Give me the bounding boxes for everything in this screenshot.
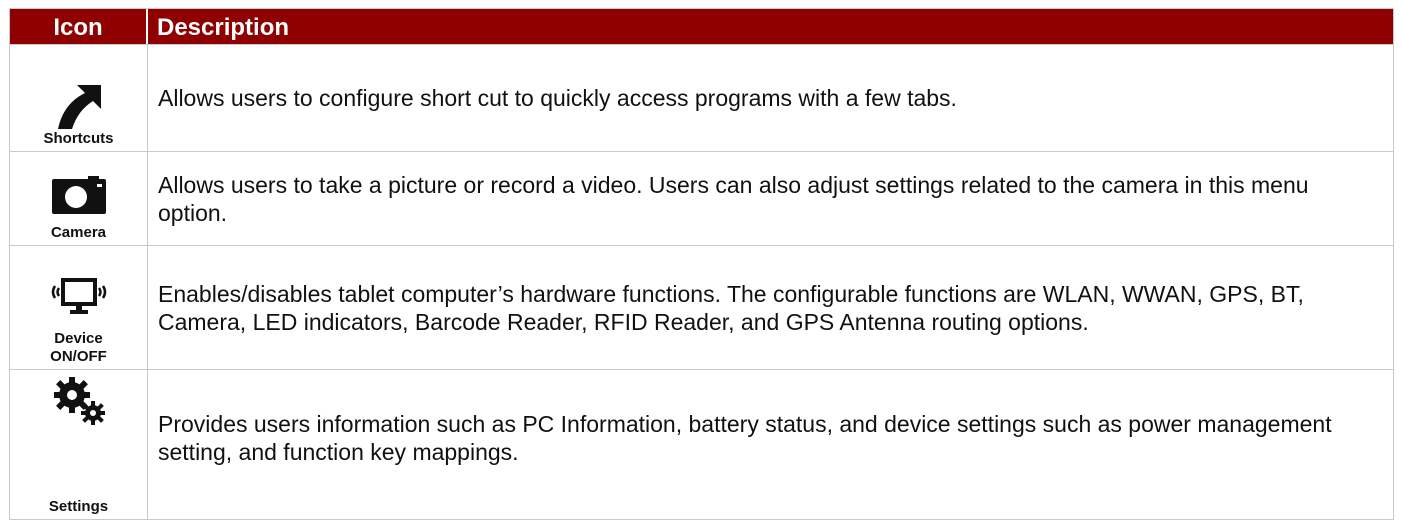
icon-label-device-line1: Device	[54, 330, 103, 347]
description-cell: Enables/disables tablet computer’s hardw…	[158, 280, 1304, 335]
table-row-device-on-off: Device ON/OFF Enables/disables tablet co…	[9, 246, 1394, 370]
icon-label-device-line2: ON/OFF	[50, 348, 107, 365]
table-header-row: Icon Description	[9, 8, 1394, 45]
camera-icon	[51, 176, 106, 214]
icon-description-table: Icon Description Shortcuts Allows users …	[9, 8, 1394, 520]
monitor-signal-icon	[49, 276, 109, 316]
icon-label-settings: Settings	[48, 498, 109, 515]
description-cell: Provides users information such as PC In…	[158, 411, 1332, 465]
icon-label-shortcuts: Shortcuts	[43, 130, 114, 147]
icon-cell: Shortcuts	[10, 45, 148, 151]
icon-label-camera: Camera	[50, 224, 107, 241]
table-row-shortcuts: Shortcuts Allows users to configure shor…	[9, 45, 1394, 152]
header-icon-column: Icon	[10, 9, 148, 44]
icon-cell: Device ON/OFF	[10, 246, 148, 369]
shortcut-arrow-icon	[56, 84, 102, 130]
gears-icon	[51, 376, 107, 426]
description-cell: Allows users to take a picture or record…	[158, 171, 1309, 226]
icon-cell: Camera	[10, 152, 148, 245]
table-row-camera: Camera Allows users to take a picture or…	[9, 152, 1394, 246]
icon-cell: Settings	[10, 370, 148, 519]
description-cell: Allows users to configure short cut to q…	[158, 85, 957, 111]
table-row-settings: Settings Provides users information such…	[9, 370, 1394, 520]
icon-label-device: Device ON/OFF	[50, 330, 107, 366]
header-description-column: Description	[157, 14, 290, 41]
